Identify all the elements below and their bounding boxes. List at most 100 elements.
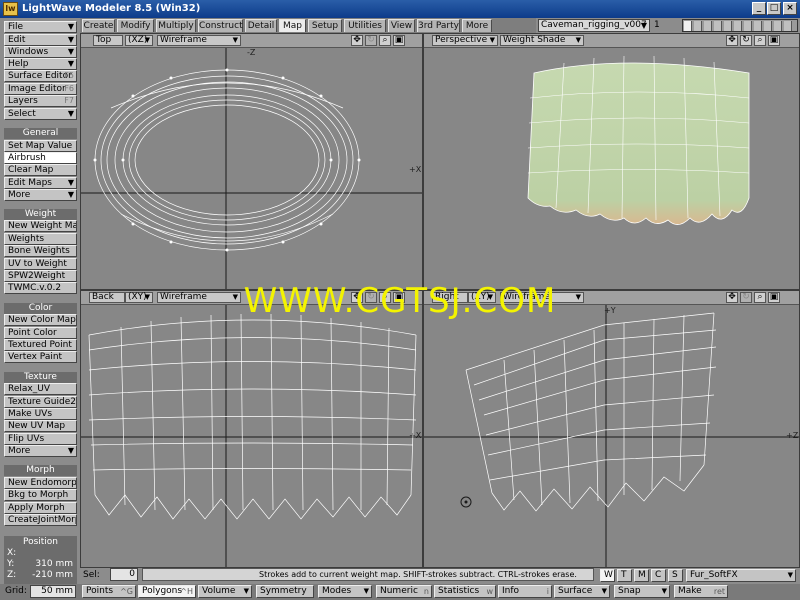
layer-slot[interactable]: [704, 21, 712, 31]
viewport-back[interactable]: Back (XY) ▼ Wireframe ▼ ✥ ↻ ⌕ ▣ +X: [80, 290, 423, 568]
vmap-weight-button[interactable]: W: [600, 569, 615, 582]
apply-morph-button[interactable]: Apply Morph: [4, 502, 77, 514]
layer-slot[interactable]: [694, 21, 702, 31]
image-editor-button[interactable]: Image Editor F6: [4, 83, 77, 95]
tab-create[interactable]: Create: [82, 19, 115, 32]
create-joint-morph-button[interactable]: CreateJointMorph: [4, 514, 77, 526]
surface-button[interactable]: Surface ▼: [554, 585, 610, 598]
tab-multiply[interactable]: Multiply: [156, 19, 196, 32]
twmc-button[interactable]: TWMC.v.0.2: [4, 282, 77, 294]
maximize-viewport-icon[interactable]: ▣: [393, 35, 405, 46]
vmap-selection-button[interactable]: S: [668, 569, 683, 582]
set-map-value-button[interactable]: Set Map Value: [4, 140, 77, 152]
maximize-viewport-icon[interactable]: ▣: [768, 35, 780, 46]
new-endomorph-button[interactable]: New Endomorph: [4, 477, 77, 489]
view-type-dropdown[interactable]: Back: [89, 292, 125, 303]
edit-menu-button[interactable]: Edit ▼: [4, 34, 77, 46]
zoom-view-icon[interactable]: ⌕: [754, 292, 766, 303]
layer-slot[interactable]: [744, 21, 752, 31]
symmetry-button[interactable]: Symmetry: [256, 585, 314, 598]
maximize-viewport-icon[interactable]: ▣: [768, 292, 780, 303]
tab-3rd-party[interactable]: 3rd Party: [417, 19, 460, 32]
weights-button[interactable]: Weights: [4, 233, 77, 245]
surface-editor-button[interactable]: Surface Editor F5: [4, 70, 77, 82]
layers-button[interactable]: Layers F7: [4, 95, 77, 107]
vmap-texture-button[interactable]: T: [617, 569, 632, 582]
render-mode-dropdown[interactable]: Weight Shade ▼: [500, 35, 584, 46]
polygons-mode-button[interactable]: Polygons ^H: [138, 585, 196, 598]
flip-uvs-button[interactable]: Flip UVs: [4, 433, 77, 445]
new-color-map-button[interactable]: New Color Map: [4, 314, 77, 326]
tab-setup[interactable]: Setup: [308, 19, 342, 32]
lightwave-logo-icon: lw: [3, 2, 18, 16]
zoom-view-icon[interactable]: ⌕: [379, 35, 391, 46]
layer-slot[interactable]: [784, 21, 792, 31]
layer-slot[interactable]: [714, 21, 722, 31]
help-menu-button[interactable]: Help ▼: [4, 58, 77, 70]
windows-menu-button[interactable]: Windows ▼: [4, 46, 77, 58]
view-axis-dropdown[interactable]: (XZ) ▼: [125, 35, 153, 46]
layer-slot[interactable]: [724, 21, 732, 31]
modes-button[interactable]: Modes ▼: [318, 585, 372, 598]
render-mode-dropdown[interactable]: Wireframe ▼: [157, 35, 241, 46]
volume-mode-button[interactable]: Volume ▼: [198, 585, 252, 598]
vmap-color-button[interactable]: C: [651, 569, 666, 582]
layer-strip[interactable]: [682, 19, 798, 32]
new-weight-map-button[interactable]: New Weight Map: [4, 220, 77, 232]
bkg-to-morph-button[interactable]: Bkg to Morph: [4, 489, 77, 501]
uv-to-weight-button[interactable]: UV to Weight: [4, 258, 77, 270]
layer-slot[interactable]: [774, 21, 782, 31]
move-view-icon[interactable]: ✥: [351, 35, 363, 46]
layer-slot[interactable]: [734, 21, 742, 31]
close-button[interactable]: ×: [783, 2, 797, 15]
layer-slot[interactable]: [754, 21, 762, 31]
maximize-button[interactable]: □: [767, 2, 781, 15]
make-uvs-button[interactable]: Make UVs: [4, 408, 77, 420]
select-menu-button[interactable]: Select ▼: [4, 108, 77, 120]
minimize-button[interactable]: _: [752, 2, 766, 15]
relax-uv-button[interactable]: Relax_UV: [4, 383, 77, 395]
tab-detail[interactable]: Detail: [245, 19, 277, 32]
spw2weight-button[interactable]: SPW2Weight: [4, 270, 77, 282]
make-button[interactable]: Make ret: [674, 585, 728, 598]
view-type-dropdown[interactable]: Top: [93, 35, 123, 46]
tab-map[interactable]: Map: [279, 19, 306, 32]
tab-more[interactable]: More: [462, 19, 492, 32]
numeric-button[interactable]: Numeric n: [376, 585, 432, 598]
viewport-perspective[interactable]: Perspective ▼ Weight Shade ▼ ✥ ↻ ⌕ ▣: [423, 33, 800, 290]
bone-weights-button[interactable]: Bone Weights: [4, 245, 77, 257]
new-uv-map-button[interactable]: New UV Map: [4, 420, 77, 432]
statistics-button[interactable]: Statistics w: [434, 585, 496, 598]
info-button[interactable]: Info i: [498, 585, 552, 598]
vmap-name-dropdown[interactable]: Fur_SoftFX ▼: [686, 569, 796, 582]
view-axis-dropdown[interactable]: (XY) ▼: [125, 292, 153, 303]
viewport-right[interactable]: Right (ZY) ▼ Wireframe ▼ ✥ ↻ ⌕ ▣ +Y +Z: [423, 290, 800, 568]
move-view-icon[interactable]: ✥: [726, 35, 738, 46]
textured-point-button[interactable]: Textured Point: [4, 339, 77, 351]
file-menu-button[interactable]: File ▼: [4, 21, 77, 33]
chevron-down-icon: ▼: [363, 587, 369, 595]
vmap-morph-button[interactable]: M: [634, 569, 649, 582]
viewport-top[interactable]: Top (XZ) ▼ Wireframe ▼ ✥ ↻ ⌕ ▣ -Z +X: [80, 33, 423, 290]
tab-utilities[interactable]: Utilities: [344, 19, 386, 32]
tab-view[interactable]: View: [388, 19, 415, 32]
scene-dropdown[interactable]: Caveman_rigging_v007 ▼: [538, 19, 650, 32]
tab-construct[interactable]: Construct: [198, 19, 243, 32]
texture-guide2-button[interactable]: Texture Guide2: [4, 396, 77, 408]
rotate-view-icon[interactable]: ↻: [740, 35, 752, 46]
texture-more-button[interactable]: More ▼: [4, 445, 77, 457]
vertex-paint-button[interactable]: Vertex Paint: [4, 351, 77, 363]
zoom-view-icon[interactable]: ⌕: [754, 35, 766, 46]
move-view-icon[interactable]: ✥: [726, 292, 738, 303]
points-mode-button[interactable]: Points ^G: [82, 585, 136, 598]
general-more-button[interactable]: More ▼: [4, 189, 77, 201]
view-type-dropdown[interactable]: Perspective ▼: [432, 35, 498, 46]
snap-button[interactable]: Snap ▼: [614, 585, 670, 598]
airbrush-button[interactable]: Airbrush: [4, 152, 77, 164]
edit-maps-button[interactable]: Edit Maps ▼: [4, 177, 77, 189]
point-color-button[interactable]: Point Color: [4, 327, 77, 339]
clear-map-button[interactable]: Clear Map: [4, 164, 77, 176]
layer-slot[interactable]: [764, 21, 772, 31]
tab-modify[interactable]: Modify: [117, 19, 154, 32]
layer-slot[interactable]: [684, 21, 692, 31]
